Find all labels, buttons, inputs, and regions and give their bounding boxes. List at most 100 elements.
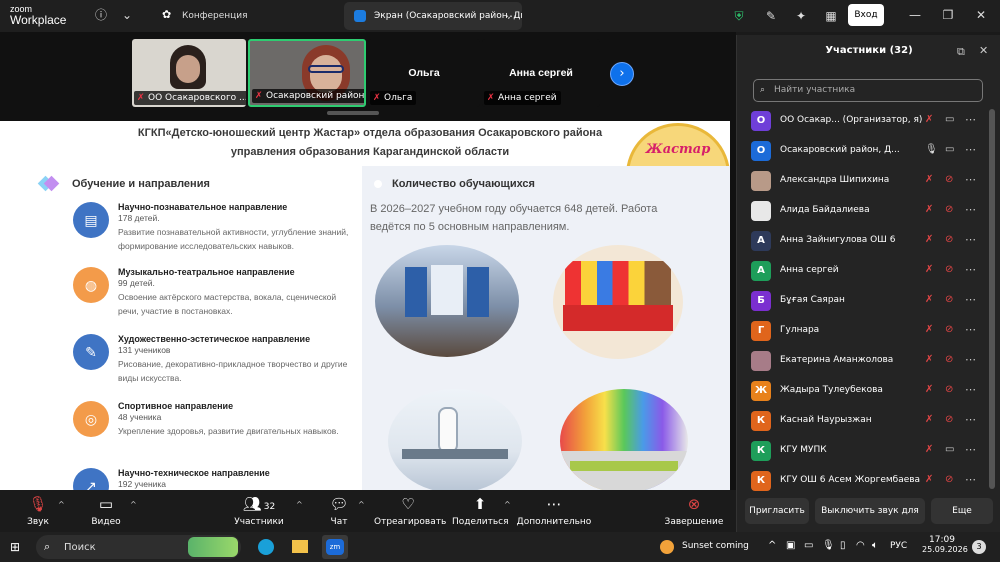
popout-icon[interactable]: ⧉ [957, 45, 965, 59]
participant-row[interactable]: Екатерина Аманжолова ✗ ⊘ ⋯ [737, 347, 1000, 377]
camera-icon[interactable]: ▭ [945, 114, 954, 125]
audio-button[interactable]: 🎙︎ Звук [22, 494, 54, 527]
weather-label[interactable]: Sunset coming [682, 541, 749, 551]
participant-row[interactable]: А Анна Зайнигулова ОШ 6 ✗ ⊘ ⋯ [737, 227, 1000, 257]
tray-network-icon[interactable]: ▭ [804, 540, 813, 551]
more-icon[interactable]: ⋯ [965, 473, 976, 486]
clock[interactable]: 17:09 25.09.2026 [922, 535, 968, 554]
camera-off-icon[interactable]: ⊘ [945, 414, 953, 425]
more-icon[interactable]: ⋯ [965, 413, 976, 426]
participant-row[interactable]: Г Гулнара ✗ ⊘ ⋯ [737, 317, 1000, 347]
gallery-drag-handle[interactable] [327, 111, 379, 115]
more-icon[interactable]: ⋯ [965, 293, 976, 306]
video-thumbnail[interactable]: Ольга ✗ Ольга [368, 39, 480, 107]
more-options-icon[interactable]: ⋯ [500, 5, 522, 27]
file-explorer-icon[interactable] [292, 540, 308, 553]
annotate-icon[interactable]: ✎ [760, 5, 782, 27]
more-icon[interactable]: ⋯ [965, 203, 976, 216]
camera-icon[interactable]: ▭ [945, 444, 954, 455]
chevron-up-icon[interactable]: ^ [504, 500, 511, 509]
chevron-up-icon[interactable]: ^ [130, 500, 137, 509]
mic-muted-icon[interactable]: ✗ [925, 474, 933, 485]
more-icon[interactable]: ⋯ [965, 323, 976, 336]
info-icon[interactable]: ⓘ [90, 4, 112, 26]
tray-mic-icon[interactable]: 🎙︎ [822, 540, 835, 551]
more-icon[interactable]: ⋯ [965, 113, 976, 126]
camera-off-icon[interactable]: ⊘ [945, 324, 953, 335]
close-icon[interactable]: ✕ [979, 44, 988, 57]
participant-row[interactable]: Алида Байдалиева ✗ ⊘ ⋯ [737, 197, 1000, 227]
panel-more-button[interactable]: Еще [931, 498, 993, 524]
mic-muted-icon[interactable]: ✗ [925, 174, 933, 185]
more-icon[interactable]: ⋯ [965, 443, 976, 456]
zoom-taskbar-icon[interactable]: zm [322, 535, 348, 559]
more-icon[interactable]: ⋯ [965, 263, 976, 276]
invite-button[interactable]: Пригласить [745, 498, 809, 524]
participants-button[interactable]: 👥︎ 32 Участники [234, 494, 284, 527]
participant-row[interactable]: Александра Шипихина ✗ ⊘ ⋯ [737, 167, 1000, 197]
chevron-down-icon[interactable]: ⌄ [116, 4, 138, 26]
mute-all-button[interactable]: Выключить звук для всех [815, 498, 925, 542]
camera-off-icon[interactable]: ⊘ [945, 264, 953, 275]
notification-badge[interactable]: 3 [972, 540, 986, 554]
mic-muted-icon[interactable]: ✗ [925, 414, 933, 425]
share-button[interactable]: ⬆︎ Поделиться [452, 494, 509, 527]
mic-muted-icon[interactable]: ✗ [925, 444, 933, 455]
tray-battery-icon[interactable]: ▯ [840, 540, 846, 551]
participant-row[interactable]: К Каснай Наурызжан ✗ ⊘ ⋯ [737, 407, 1000, 437]
chevron-up-icon[interactable]: ^ [58, 500, 65, 509]
chevron-up-icon[interactable]: ^ [296, 500, 303, 509]
camera-off-icon[interactable]: ⊘ [945, 474, 953, 485]
mic-icon[interactable]: 🎙︎ [925, 144, 938, 155]
minimize-icon[interactable]: — [900, 4, 930, 26]
tab-screen-share[interactable]: Экран (Осакаровский район, Дк [344, 2, 522, 30]
tray-wifi-icon[interactable]: ◠ [856, 540, 865, 551]
more-icon[interactable]: ⋯ [965, 173, 976, 186]
more-icon[interactable]: ⋯ [965, 353, 976, 366]
taskbar-search[interactable]: ⌕ Поиск [36, 535, 241, 559]
video-thumbnail-active[interactable]: ✗Осакаровский район, Д... [248, 39, 366, 107]
camera-off-icon[interactable]: ⊘ [945, 234, 953, 245]
tray-camera-icon[interactable]: ▣ [786, 540, 795, 551]
more-icon[interactable]: ⋯ [965, 383, 976, 396]
mic-muted-icon[interactable]: ✗ [925, 204, 933, 215]
edge-icon[interactable] [258, 539, 274, 555]
signin-button[interactable]: Вход [848, 4, 884, 26]
scrollbar[interactable] [989, 109, 995, 489]
mic-muted-icon[interactable]: ✗ [925, 354, 933, 365]
chevron-up-icon[interactable]: ^ [358, 500, 365, 509]
participant-row[interactable]: А Анна сергей ✗ ⊘ ⋯ [737, 257, 1000, 287]
tray-volume-icon[interactable]: 🔈︎ [872, 540, 878, 551]
sparkle-icon[interactable]: ✦ [790, 5, 812, 27]
next-page-button[interactable]: › [610, 62, 634, 86]
mic-muted-icon[interactable]: ✗ [925, 114, 933, 125]
tab-meeting[interactable]: ✿ Конференция [152, 2, 337, 30]
react-button[interactable]: ♡ Отреагировать [374, 494, 446, 527]
participant-row[interactable]: О ОО Осакар... (Организатор, я) ✗ ▭ ⋯ [737, 107, 1000, 137]
participant-row[interactable]: К КГУ ОШ 6 Асем Жоргембаева ✗ ⊘ ⋯ [737, 467, 1000, 497]
video-button[interactable]: ▭ Видео [88, 494, 124, 527]
mic-muted-icon[interactable]: ✗ [925, 324, 933, 335]
camera-off-icon[interactable]: ⊘ [945, 204, 953, 215]
participant-row[interactable]: К КГУ МУПК ✗ ▭ ⋯ [737, 437, 1000, 467]
camera-off-icon[interactable]: ⊘ [945, 294, 953, 305]
participant-row[interactable]: О Осакаровский район, Д... 🎙︎ ▭ ⋯ [737, 137, 1000, 167]
camera-icon[interactable]: ▭ [945, 144, 954, 155]
video-thumbnail[interactable]: Анна сергей ✗ Анна сергей [482, 39, 600, 107]
restore-icon[interactable]: ❐ [933, 4, 963, 26]
camera-off-icon[interactable]: ⊘ [945, 354, 953, 365]
mic-muted-icon[interactable]: ✗ [925, 264, 933, 275]
mic-muted-icon[interactable]: ✗ [925, 234, 933, 245]
participant-row[interactable]: Ж Жадыра Тулеубекова ✗ ⊘ ⋯ [737, 377, 1000, 407]
windows-start-icon[interactable]: ⊞ [10, 540, 20, 554]
apps-icon[interactable]: ▦ [820, 5, 842, 27]
search-input[interactable]: ⌕ Найти участника [753, 79, 983, 102]
camera-off-icon[interactable]: ⊘ [945, 174, 953, 185]
chevron-up-icon[interactable]: ^ [768, 540, 776, 551]
more-icon[interactable]: ⋯ [965, 143, 976, 156]
video-thumbnail[interactable]: ✗ ОО Осакаровского ... [132, 39, 246, 107]
close-icon[interactable]: ✕ [966, 4, 996, 26]
camera-off-icon[interactable]: ⊘ [945, 384, 953, 395]
more-icon[interactable]: ⋯ [965, 233, 976, 246]
language-indicator[interactable]: РУС [890, 541, 907, 551]
